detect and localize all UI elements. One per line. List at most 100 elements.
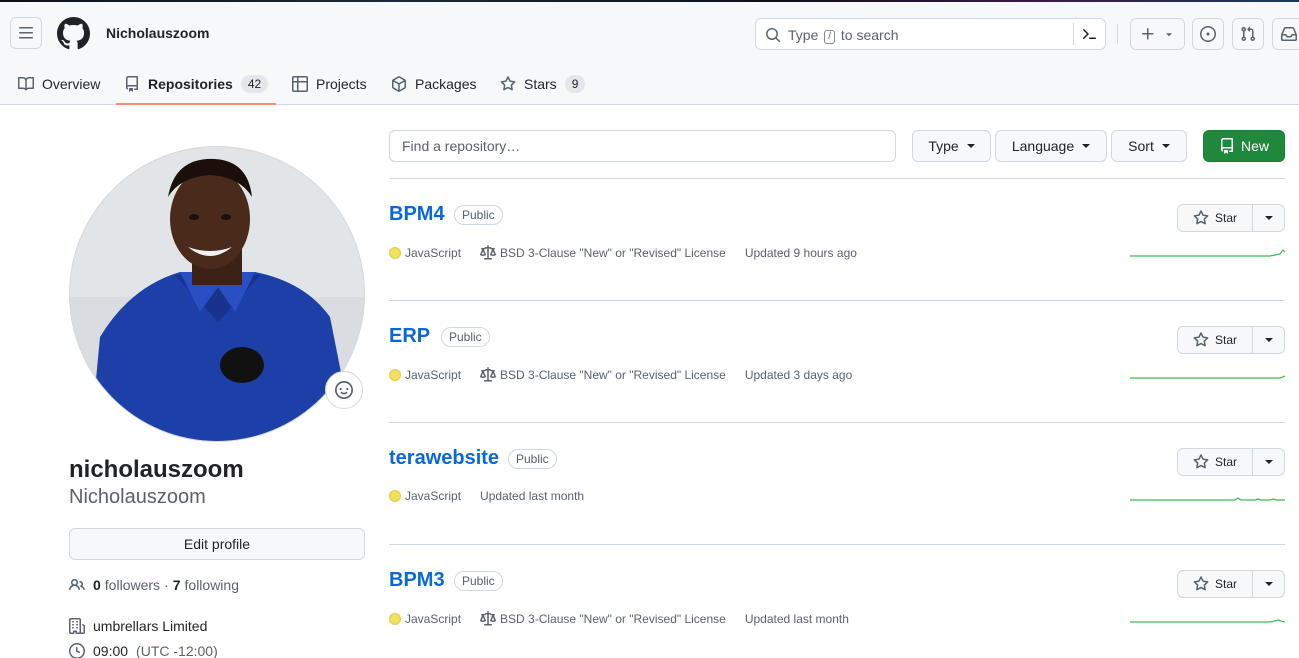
search-prefix: Type xyxy=(788,27,819,43)
repo-meta: JavaScript BSD 3-Clause "New" or "Revise… xyxy=(389,245,857,261)
search-shortcut-key: / xyxy=(824,30,836,44)
global-search[interactable]: Type / to search xyxy=(755,18,1106,50)
triangle-down-icon xyxy=(1166,33,1172,37)
language-label: JavaScript xyxy=(405,246,462,260)
language-color-dot xyxy=(389,369,401,381)
issues-button[interactable] xyxy=(1192,18,1224,50)
star-button[interactable]: Star xyxy=(1178,571,1253,597)
tab-packages[interactable]: Packages xyxy=(391,62,476,106)
search-suffix: to search xyxy=(840,27,899,43)
repo-license[interactable]: BSD 3-Clause "New" or "Revised" License xyxy=(480,611,726,627)
repo-language: JavaScript xyxy=(389,612,461,626)
star-button[interactable]: Star xyxy=(1178,327,1253,353)
tab-projects[interactable]: Projects xyxy=(292,62,367,106)
tab-stars-label: Stars xyxy=(524,76,557,92)
star-label: Star xyxy=(1214,333,1237,347)
package-icon xyxy=(392,76,406,92)
git-pull-request-icon xyxy=(1241,26,1256,42)
sort-label: Sort xyxy=(1128,138,1154,154)
repo-name-link[interactable]: ERP xyxy=(389,325,430,348)
repo-meta: JavaScript BSD 3-Clause "New" or "Revise… xyxy=(389,611,849,627)
star-button-group: Star xyxy=(1177,204,1285,232)
law-icon xyxy=(480,367,497,382)
company-name: umbrellars Limited xyxy=(93,618,208,634)
star-list-dropdown[interactable] xyxy=(1253,449,1284,475)
command-palette-icon[interactable] xyxy=(1080,26,1098,42)
star-icon xyxy=(1193,576,1209,591)
search-divider xyxy=(1073,23,1074,45)
repo-language: JavaScript xyxy=(389,246,461,260)
language-color-dot xyxy=(389,613,401,625)
visibility-badge: Public xyxy=(441,327,490,347)
star-list-dropdown[interactable] xyxy=(1253,327,1284,353)
visibility-badge: Public xyxy=(454,205,503,225)
find-repository-input[interactable] xyxy=(389,130,896,162)
following-count[interactable]: 7 xyxy=(173,577,181,593)
updated-label: Updated 9 hours ago xyxy=(744,246,857,260)
language-label: JavaScript xyxy=(405,612,462,626)
repo-license[interactable]: BSD 3-Clause "New" or "Revised" License xyxy=(480,367,726,383)
license-label: BSD 3-Clause "New" or "Revised" License xyxy=(500,612,726,626)
caret-down-icon xyxy=(1264,338,1273,342)
repo-license[interactable]: BSD 3-Clause "New" or "Revised" License xyxy=(480,245,726,261)
star-button[interactable]: Star xyxy=(1178,205,1253,231)
star-button[interactable]: Star xyxy=(1178,449,1253,475)
sort-dropdown[interactable]: Sort xyxy=(1111,130,1187,162)
caret-down-icon xyxy=(1264,460,1273,464)
star-label: Star xyxy=(1214,211,1237,225)
caret-down-icon xyxy=(1082,144,1091,148)
new-label: New xyxy=(1240,138,1269,154)
star-icon xyxy=(1193,210,1209,225)
star-button-group: Star xyxy=(1177,448,1285,476)
search-icon xyxy=(765,27,781,43)
profile-name: Nicholauszoom xyxy=(69,486,206,508)
type-filter-dropdown[interactable]: Type xyxy=(912,130,991,162)
global-header: Nicholauszoom Type / to search Overview … xyxy=(0,2,1299,105)
followers-label[interactable]: followers xyxy=(105,577,160,593)
repo-list-item: terawebsite Public JavaScript Updated la… xyxy=(389,423,1285,545)
repo-name-link[interactable]: terawebsite xyxy=(389,447,499,470)
search-placeholder: Type / to search xyxy=(788,27,899,44)
tab-projects-label: Projects xyxy=(316,76,367,92)
github-logo-icon[interactable] xyxy=(56,17,90,50)
create-new-button[interactable] xyxy=(1130,18,1185,50)
repo-list-item: BPM3 Public JavaScript BSD 3-Clause "New… xyxy=(389,545,1286,658)
book-icon xyxy=(18,76,34,91)
smiley-icon xyxy=(335,381,353,399)
repo-icon xyxy=(1220,138,1233,154)
new-repository-button[interactable]: New xyxy=(1203,130,1285,162)
updated-label: Updated last month xyxy=(480,489,585,503)
tab-stars[interactable]: Stars 9 xyxy=(500,62,586,106)
star-list-dropdown[interactable] xyxy=(1253,205,1284,231)
caret-down-icon xyxy=(966,144,975,148)
following-label[interactable]: following xyxy=(185,577,239,593)
tab-overview[interactable]: Overview xyxy=(18,62,100,106)
stars-count: 9 xyxy=(564,75,586,93)
star-icon xyxy=(500,76,516,91)
inbox-button[interactable] xyxy=(1272,18,1299,50)
caret-down-icon xyxy=(1264,582,1273,586)
menu-button[interactable] xyxy=(10,17,42,49)
followers-count[interactable]: 0 xyxy=(93,577,101,593)
visibility-badge: Public xyxy=(454,571,503,591)
inbox-icon xyxy=(1281,27,1297,41)
timezone: (UTC -12:00) xyxy=(136,643,218,658)
caret-down-icon xyxy=(1161,144,1170,148)
tab-overview-label: Overview xyxy=(42,76,101,92)
activity-sparkline xyxy=(1130,489,1285,501)
repo-name-link[interactable]: BPM4 xyxy=(389,203,445,226)
edit-profile-button[interactable]: Edit profile xyxy=(69,528,365,560)
tab-repositories[interactable]: Repositories 42 xyxy=(124,62,269,106)
activity-sparkline xyxy=(1130,611,1286,623)
avatar[interactable] xyxy=(69,146,365,442)
pull-requests-button[interactable] xyxy=(1232,18,1264,50)
star-list-dropdown[interactable] xyxy=(1253,571,1284,597)
caret-down-icon xyxy=(1264,216,1273,220)
context-username[interactable]: Nicholauszoom xyxy=(106,25,209,41)
repositories-count: 42 xyxy=(240,75,269,93)
repo-name-link[interactable]: BPM3 xyxy=(389,569,445,592)
avatar-photo xyxy=(70,147,364,441)
language-filter-dropdown[interactable]: Language xyxy=(995,130,1107,162)
set-status-button[interactable] xyxy=(325,371,363,409)
star-label: Star xyxy=(1214,455,1237,469)
